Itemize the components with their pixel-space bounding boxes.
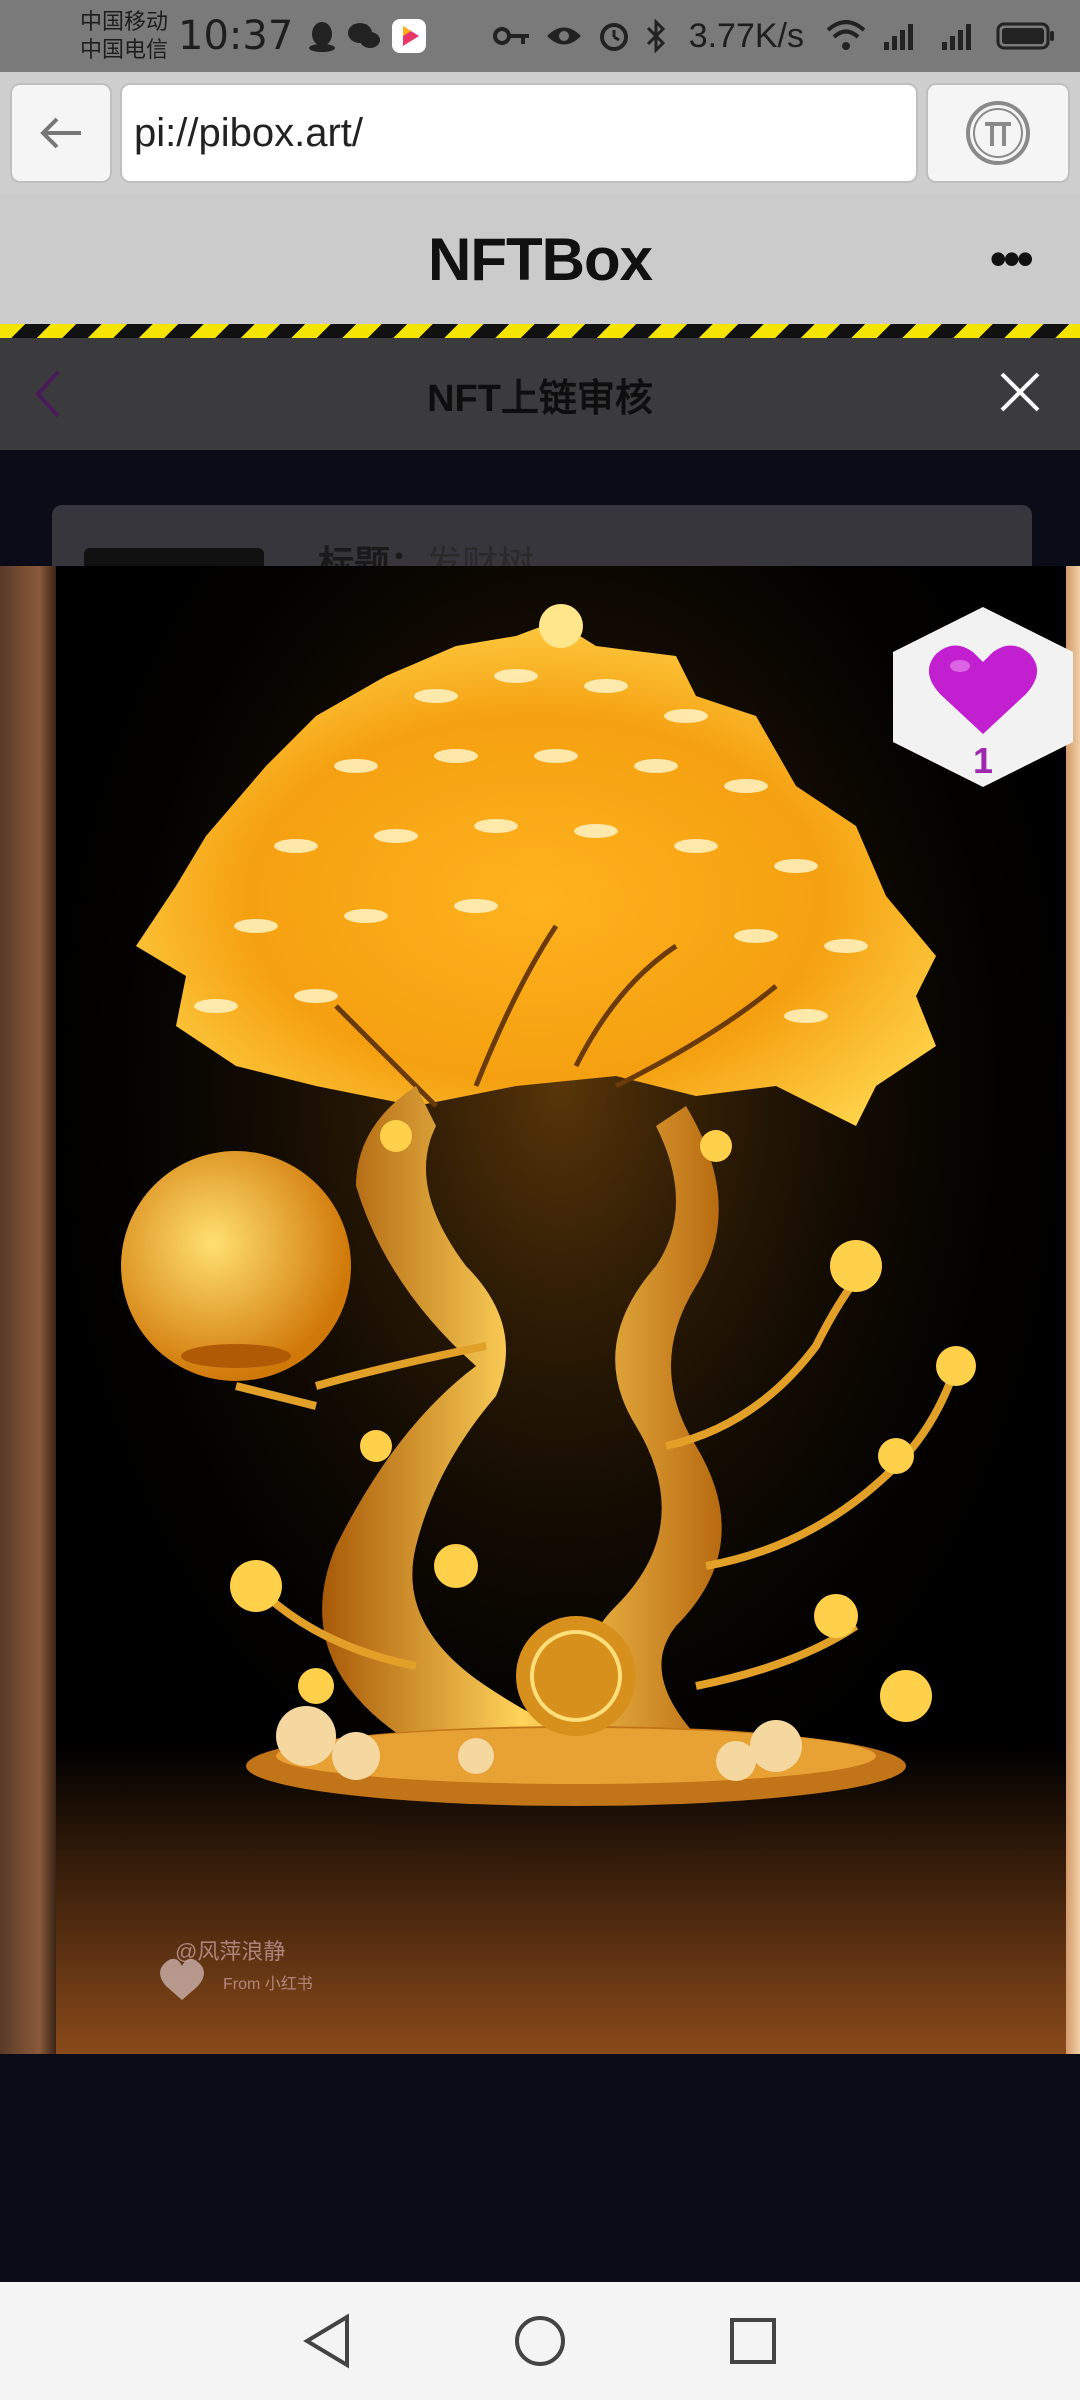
app-title: NFTBox — [428, 225, 653, 293]
modal-header: NFT上链审核 — [0, 338, 1080, 450]
signal-5g-icon — [884, 24, 913, 50]
watermark-author: @风萍浪静 — [175, 1939, 286, 1964]
modal-back-button[interactable] — [30, 364, 64, 429]
carrier-labels: 中国移动 中国电信 — [80, 8, 168, 64]
nft-thumbnail — [84, 548, 264, 566]
system-nav-bar — [0, 2282, 1080, 2400]
viewer-left-edge — [0, 566, 56, 2054]
battery-icon — [996, 22, 1054, 50]
like-button[interactable]: 1 — [888, 604, 1078, 790]
home-circle-icon — [514, 2316, 565, 2366]
more-menu-button[interactable]: ••• — [989, 234, 1033, 284]
watermark-source: From 小红书 — [223, 1976, 313, 1993]
arrow-left-icon — [40, 117, 81, 149]
signal-4g-icon — [942, 24, 971, 50]
clock: 10:37 — [178, 13, 294, 59]
bluetooth-icon — [646, 19, 665, 53]
pi-wallet-button[interactable] — [926, 83, 1070, 183]
hazard-stripe-divider — [0, 324, 1080, 338]
close-icon — [1000, 372, 1040, 412]
status-bar: 中国移动 中国电信 10:37 3.77K/s — [0, 0, 1080, 72]
app-header: NFTBox ••• — [0, 194, 1080, 324]
artwork-watermark: @风萍浪静 From 小红书 — [175, 1934, 313, 1994]
net-speed: 3.77K/s — [688, 16, 804, 55]
key-icon — [492, 27, 529, 45]
nav-home-button[interactable] — [505, 2306, 575, 2376]
wifi-icon — [826, 20, 866, 50]
wechat-icon — [348, 23, 381, 48]
eye-icon — [546, 27, 581, 45]
recents-square-icon — [730, 2318, 777, 2364]
nav-back-button[interactable] — [292, 2306, 362, 2376]
nav-recents-button[interactable] — [718, 2306, 788, 2376]
browser-back-button[interactable] — [10, 83, 112, 183]
modal-close-button[interactable] — [988, 360, 1052, 429]
url-input[interactable]: pi://pibox.art/ — [120, 83, 918, 183]
qq-icon — [309, 22, 336, 52]
alarm-icon — [599, 23, 628, 51]
carrier-1: 中国移动 — [80, 9, 169, 34]
back-triangle-icon — [302, 2313, 349, 2369]
video-app-icon — [392, 19, 427, 53]
chevron-left-icon — [35, 370, 60, 418]
modal-title: NFT上链审核 — [427, 377, 653, 420]
browser-bar: pi://pibox.art/ — [0, 72, 1080, 194]
pi-logo-icon — [966, 101, 1030, 165]
like-count: 1 — [972, 740, 994, 781]
carrier-2: 中国电信 — [80, 37, 169, 62]
